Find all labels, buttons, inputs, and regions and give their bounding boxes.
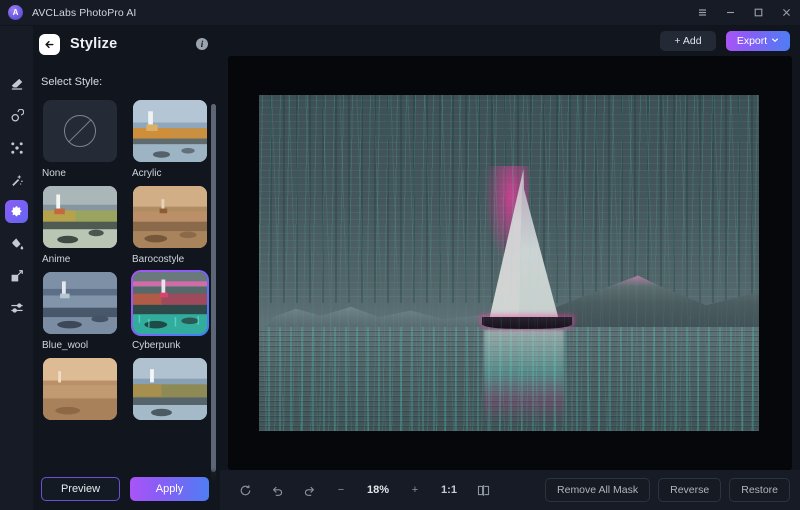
style-thumbnail-row4-left	[43, 358, 117, 420]
style-list[interactable]: None Acrylic Anime Barocostyle Blue_wool…	[33, 98, 220, 488]
select-style-label: Select Style:	[41, 76, 103, 88]
style-thumb-frame	[131, 356, 209, 422]
style-label: Barocostyle	[132, 254, 185, 265]
restore-button[interactable]: Restore	[729, 478, 790, 502]
export-button[interactable]: Export	[726, 31, 790, 51]
rail-item-eraser[interactable]	[5, 72, 28, 95]
style-label: Blue_wool	[42, 340, 89, 351]
panel-action-bar: Preview Apply	[33, 468, 220, 510]
style-thumbnail-row4-right	[133, 358, 207, 420]
style-thumbnail-cyberpunk	[133, 272, 207, 334]
rail-item-resize[interactable]	[5, 264, 28, 287]
style-item-row4-right[interactable]	[131, 356, 209, 426]
reverse-button[interactable]: Reverse	[658, 478, 722, 502]
style-item-cyberpunk[interactable]: Cyberpunk	[131, 270, 209, 351]
style-thumb-frame-selected	[131, 270, 209, 336]
app-logo-icon: A	[8, 5, 23, 20]
actual-size-button[interactable]: 1:1	[432, 484, 466, 496]
rail-item-stylize[interactable]	[5, 200, 28, 223]
app-logo-letter: A	[12, 7, 19, 17]
apply-button[interactable]: Apply	[130, 477, 209, 501]
remove-all-mask-button[interactable]: Remove All Mask	[545, 478, 651, 502]
tool-rail	[0, 26, 33, 510]
bottom-toolbar: − 18% + 1:1 Remove All Mask Reverse Rest…	[220, 470, 800, 510]
style-thumbnail-blue-wool	[43, 272, 117, 334]
redo-icon[interactable]	[294, 478, 324, 502]
window-controls	[688, 0, 800, 26]
rail-item-paint-bucket[interactable]	[5, 232, 28, 255]
style-thumb-frame	[41, 184, 119, 250]
top-action-bar: + Add Export	[220, 26, 800, 56]
hamburger-icon[interactable]	[688, 0, 716, 26]
export-button-label: Export	[736, 35, 768, 47]
compare-icon[interactable]	[468, 478, 498, 502]
rail-item-magic-wand[interactable]	[5, 168, 28, 191]
minimize-icon[interactable]	[716, 0, 744, 26]
zoom-out-button[interactable]: −	[326, 478, 356, 502]
rail-item-adjust-sliders[interactable]	[5, 296, 28, 319]
style-label	[41, 422, 119, 426]
mask-tools: Remove All Mask Reverse Restore	[545, 478, 790, 502]
stylize-panel: Stylize i Select Style: None Acrylic Ani…	[33, 26, 220, 510]
style-thumb-frame	[41, 98, 119, 164]
app-title: AVCLabs PhotoPro AI	[32, 6, 137, 19]
rail-item-object-removal[interactable]	[5, 104, 28, 127]
info-icon[interactable]: i	[196, 38, 208, 50]
no-style-icon	[64, 115, 96, 147]
title-bar: A AVCLabs PhotoPro AI	[0, 0, 800, 26]
reset-icon[interactable]	[230, 478, 260, 502]
back-button[interactable]	[39, 33, 60, 55]
panel-header: Stylize i	[33, 26, 220, 62]
scrollbar-thumb[interactable]	[211, 104, 216, 472]
style-label	[131, 422, 209, 426]
style-label: None	[42, 168, 66, 179]
style-label: Acrylic	[132, 168, 162, 179]
style-item-none[interactable]: None	[41, 98, 119, 179]
style-item-barocostyle[interactable]: Barocostyle	[131, 184, 209, 265]
preview-button[interactable]: Preview	[41, 477, 120, 501]
canvas-area[interactable]	[228, 56, 792, 470]
style-item-acrylic[interactable]: Acrylic	[131, 98, 209, 179]
close-icon[interactable]	[772, 0, 800, 26]
style-item-anime[interactable]: Anime	[41, 184, 119, 265]
add-button[interactable]: + Add	[660, 31, 716, 51]
style-thumbnail-acrylic	[133, 100, 207, 162]
style-thumbnail-barocostyle	[133, 186, 207, 248]
artwork-rain-overlay	[259, 95, 759, 431]
rail-item-expand[interactable]	[5, 136, 28, 159]
undo-icon[interactable]	[262, 478, 292, 502]
zoom-level: 18%	[366, 484, 390, 496]
chevron-down-icon	[771, 35, 779, 47]
page-title: Stylize	[70, 36, 118, 52]
canvas-image[interactable]	[259, 95, 759, 431]
style-thumbnail-anime	[43, 186, 117, 248]
zoom-in-button[interactable]: +	[400, 478, 430, 502]
style-item-blue-wool[interactable]: Blue_wool	[41, 270, 119, 351]
style-label: Anime	[42, 254, 71, 265]
style-thumb-frame	[131, 184, 209, 250]
style-thumbnail-none	[43, 100, 117, 162]
style-list-scrollbar[interactable]	[211, 104, 216, 482]
style-grid: None Acrylic Anime Barocostyle Blue_wool…	[33, 98, 220, 426]
app-window: A AVCLabs PhotoPro AI Stylize i Select S…	[0, 0, 800, 510]
maximize-icon[interactable]	[744, 0, 772, 26]
style-label: Cyberpunk	[132, 340, 181, 351]
canvas-tools: − 18% + 1:1	[230, 478, 498, 502]
style-thumb-frame	[41, 356, 119, 422]
style-thumb-frame	[41, 270, 119, 336]
style-thumb-frame	[131, 98, 209, 164]
style-item-row4-left[interactable]	[41, 356, 119, 426]
